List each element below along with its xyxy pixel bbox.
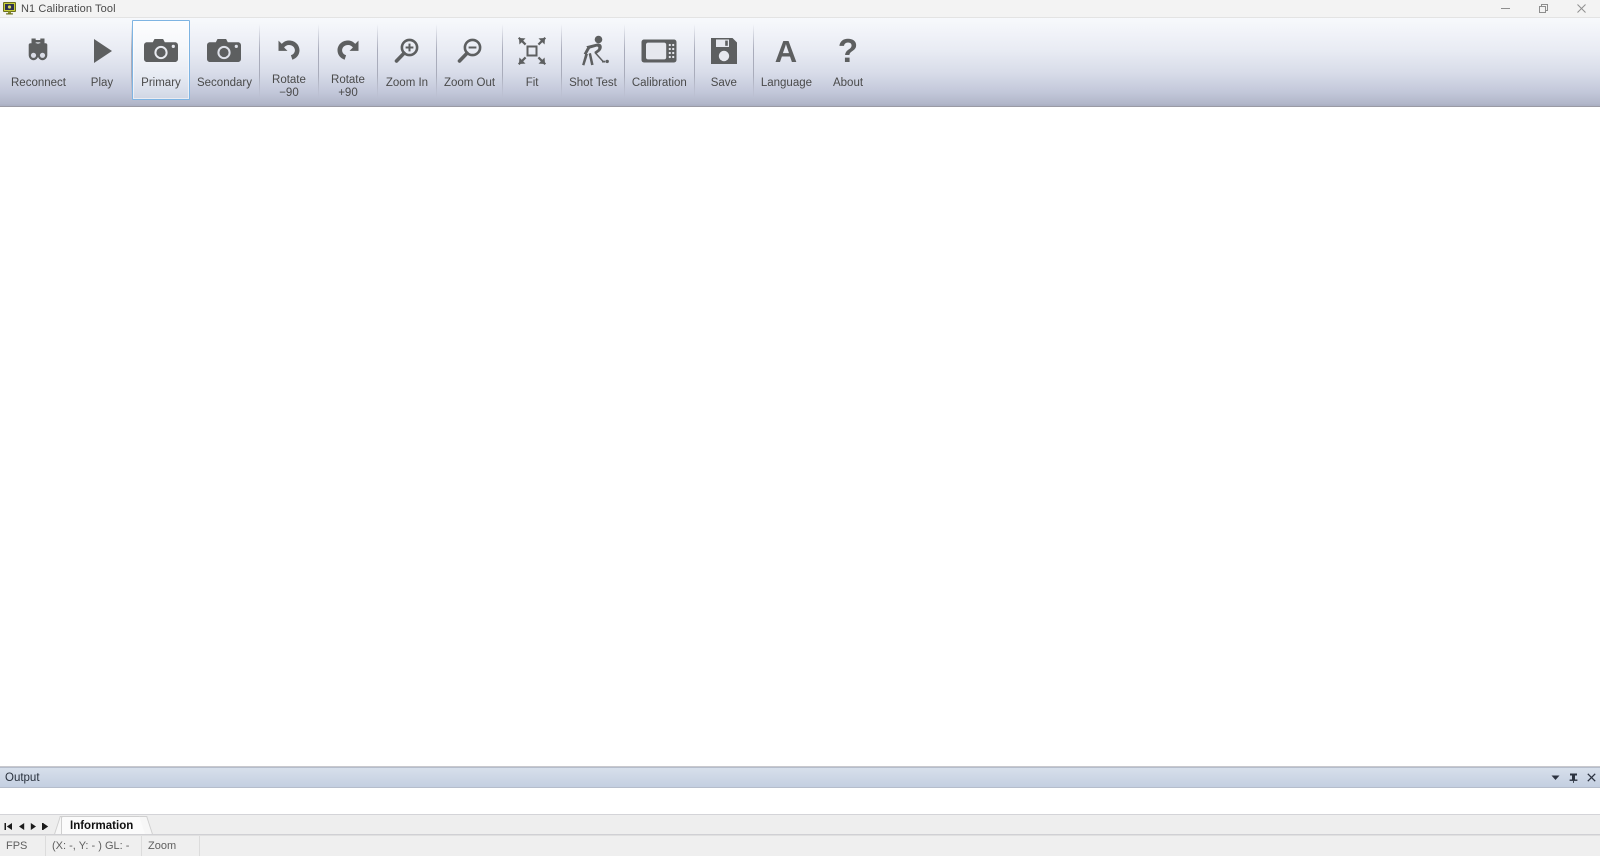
nav-next-icon[interactable] xyxy=(30,822,37,831)
pin-icon[interactable] xyxy=(1569,773,1578,783)
toolbar-label-calibration: Calibration xyxy=(631,77,687,89)
toolbar-label-primary: Primary xyxy=(141,77,181,89)
toolbar-label-rotate-minus-90: Rotate −90 xyxy=(272,74,306,99)
toolbar-button-calibration[interactable]: Calibration xyxy=(625,20,694,100)
monitor-icon xyxy=(3,2,16,15)
minimize-icon[interactable] xyxy=(1486,0,1524,17)
window-controls xyxy=(1486,0,1600,17)
toolbar-label-reconnect: Reconnect xyxy=(11,77,66,89)
floppy-disk-icon xyxy=(708,28,740,74)
tab-information[interactable]: Information xyxy=(61,816,147,834)
magnifier-minus-icon xyxy=(454,28,486,74)
bottom-tab-strip: Information xyxy=(0,815,1600,835)
status-coordinates: (X: -, Y: - ) GL: - xyxy=(46,836,142,856)
toolbar-button-zoom-out[interactable]: Zoom Out xyxy=(437,20,502,100)
toolbar-label-shot-test: Shot Test xyxy=(569,77,617,89)
svg-text:A: A xyxy=(775,34,797,68)
nav-prev-icon[interactable] xyxy=(18,822,25,831)
toolbar-label-secondary: Secondary xyxy=(196,77,252,89)
rotate-right-icon xyxy=(332,28,364,71)
toolbar-button-save[interactable]: Save xyxy=(695,20,753,100)
main-toolbar: Reconnect Play Primary Secondary Rotate … xyxy=(0,18,1600,107)
toolbar-button-shot-test[interactable]: Shot Test xyxy=(562,20,624,100)
status-zoom: Zoom xyxy=(142,836,200,856)
toolbar-label-save: Save xyxy=(710,77,737,89)
monitor-grid-icon xyxy=(640,28,678,74)
toolbar-button-rotate-plus-90[interactable]: Rotate +90 xyxy=(319,20,377,100)
title-bar: N1 Calibration Tool xyxy=(0,0,1600,18)
toolbar-label-fit: Fit xyxy=(525,77,539,89)
tab-navigation xyxy=(0,822,57,834)
toolbar-button-zoom-in[interactable]: Zoom In xyxy=(378,20,436,100)
status-extra xyxy=(200,836,1600,856)
rotate-left-icon xyxy=(273,28,305,71)
toolbar-button-rotate-minus-90[interactable]: Rotate −90 xyxy=(260,20,318,100)
camera-icon xyxy=(205,28,243,74)
toolbar-button-primary[interactable]: Primary xyxy=(131,20,190,100)
letter-a-icon: A xyxy=(770,28,802,74)
chevron-down-icon[interactable] xyxy=(1551,773,1560,782)
close-icon[interactable] xyxy=(1562,0,1600,17)
nav-last-icon[interactable] xyxy=(42,822,51,831)
svg-text:?: ? xyxy=(838,34,858,68)
output-panel-header: Output xyxy=(0,767,1600,788)
play-icon xyxy=(87,28,117,74)
nav-first-icon[interactable] xyxy=(4,822,13,831)
toolbar-button-about[interactable]: ? About xyxy=(819,20,877,100)
tab-information-label: Information xyxy=(70,819,134,832)
image-canvas[interactable] xyxy=(0,107,1600,767)
magnifier-plus-icon xyxy=(391,28,423,74)
toolbar-button-reconnect[interactable]: Reconnect xyxy=(4,20,73,100)
window-title: N1 Calibration Tool xyxy=(21,2,116,15)
close-icon[interactable] xyxy=(1587,773,1596,782)
toolbar-label-zoom-in: Zoom In xyxy=(385,77,429,89)
toolbar-button-fit[interactable]: Fit xyxy=(503,20,561,100)
output-panel-title: Output xyxy=(5,771,40,784)
toolbar-label-zoom-out: Zoom Out xyxy=(443,77,496,89)
status-fps: FPS xyxy=(0,836,46,856)
toolbar-button-language[interactable]: A Language xyxy=(754,20,819,100)
output-panel: Output xyxy=(0,767,1600,815)
toolbar-label-rotate-plus-90: Rotate +90 xyxy=(331,74,365,99)
binoculars-icon xyxy=(21,28,55,74)
toolbar-button-secondary[interactable]: Secondary xyxy=(190,20,259,100)
canvas-content[interactable] xyxy=(0,107,1600,766)
output-panel-tools xyxy=(1551,768,1596,787)
toolbar-button-play[interactable]: Play xyxy=(73,20,131,100)
toolbar-label-about: About xyxy=(832,77,864,89)
toolbar-label-language: Language xyxy=(760,77,813,89)
question-mark-icon: ? xyxy=(832,28,864,74)
restore-icon[interactable] xyxy=(1524,0,1562,17)
camera-icon xyxy=(142,28,180,74)
golfer-icon xyxy=(576,28,610,74)
fit-screen-icon xyxy=(516,28,548,74)
output-panel-content[interactable] xyxy=(0,788,1600,815)
status-bar: FPS (X: -, Y: - ) GL: - Zoom xyxy=(0,835,1600,856)
application-window: N1 Calibration Tool Reconnect Play Prima… xyxy=(0,0,1600,856)
toolbar-label-play: Play xyxy=(90,77,114,89)
